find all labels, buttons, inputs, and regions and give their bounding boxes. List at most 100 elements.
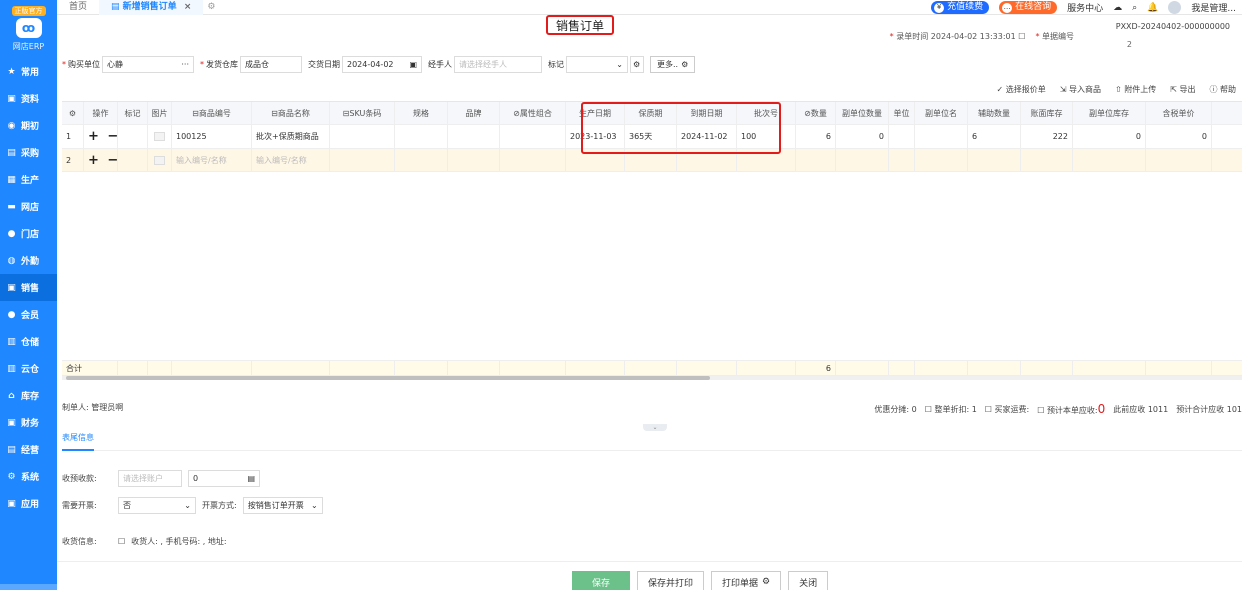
- receivable[interactable]: ☐ 预计本单应收:0: [1037, 402, 1105, 416]
- table-cell[interactable]: [118, 125, 148, 148]
- tab-new-sales-order[interactable]: ▤ 新增销售订单 ×: [99, 0, 204, 15]
- table-cell[interactable]: 6: [968, 125, 1021, 148]
- column-header[interactable]: ⊟ SKU条码: [330, 102, 395, 124]
- attach-upload-button[interactable]: ⇧ 附件上传: [1115, 84, 1156, 95]
- sidebar-item[interactable]: ▣ 资料: [0, 85, 57, 112]
- table-cell[interactable]: 输入编号/名称: [252, 149, 330, 171]
- table-cell[interactable]: [148, 125, 172, 148]
- table-cell[interactable]: [796, 149, 836, 171]
- column-header[interactable]: 标记: [118, 102, 148, 124]
- table-cell[interactable]: 0: [1073, 125, 1146, 148]
- more-button[interactable]: 更多.. ⚙: [650, 55, 696, 73]
- user-name[interactable]: 我是管理...: [1191, 1, 1236, 14]
- table-cell[interactable]: [915, 125, 968, 148]
- prepay-account-input[interactable]: 请选择账户: [118, 470, 182, 487]
- tag-select[interactable]: ⌄: [566, 55, 628, 73]
- table-cell[interactable]: [500, 125, 566, 148]
- column-header[interactable]: 副单位数量: [836, 102, 889, 124]
- gear-icon[interactable]: ⚙: [630, 55, 644, 73]
- column-header[interactable]: 品牌: [448, 102, 500, 124]
- cloud-icon[interactable]: ☁: [1113, 3, 1122, 13]
- gear-icon[interactable]: ⚙: [207, 2, 215, 12]
- column-header[interactable]: 辅助数量: [968, 102, 1021, 124]
- horizontal-scrollbar[interactable]: [62, 376, 1242, 380]
- sidebar-item[interactable]: ● 门店: [0, 220, 57, 247]
- more-icon[interactable]: ···: [181, 57, 189, 72]
- column-header[interactable]: 账面库存: [1021, 102, 1073, 124]
- table-cell[interactable]: [566, 149, 625, 171]
- column-header[interactable]: 规格: [395, 102, 448, 124]
- table-cell[interactable]: 100125: [172, 125, 252, 148]
- table-cell[interactable]: 365天: [625, 125, 677, 148]
- search-icon[interactable]: ⌕: [1132, 3, 1137, 13]
- sidebar-item[interactable]: ▣ 应用: [0, 490, 57, 517]
- column-header[interactable]: 图片: [148, 102, 172, 124]
- sidebar-item[interactable]: ▦ 生产: [0, 166, 57, 193]
- table-cell[interactable]: 222: [1021, 125, 1073, 148]
- table-cell[interactable]: [395, 125, 448, 148]
- table-cell[interactable]: [625, 149, 677, 171]
- sidebar-item[interactable]: ▤ 经营: [0, 436, 57, 463]
- bell-icon[interactable]: 🔔: [1147, 3, 1158, 13]
- column-header[interactable]: 副单位库存: [1073, 102, 1146, 124]
- sidebar-item[interactable]: ● 会员: [0, 301, 57, 328]
- sidebar-item[interactable]: ⚙ 系统: [0, 463, 57, 490]
- column-header[interactable]: ⊘ 数量: [796, 102, 836, 124]
- edit-icon[interactable]: ☐: [1018, 32, 1025, 41]
- sidebar-item[interactable]: ▣ 财务: [0, 409, 57, 436]
- add-remove-row-icon[interactable]: + −: [88, 129, 117, 144]
- sidebar-item[interactable]: ▥ 云仓: [0, 355, 57, 382]
- column-header[interactable]: 单位: [889, 102, 915, 124]
- table-cell[interactable]: [889, 125, 915, 148]
- sidebar-item[interactable]: ◍ 外勤: [0, 247, 57, 274]
- help-button[interactable]: ⓘ 帮助: [1209, 84, 1236, 95]
- table-cell[interactable]: [148, 149, 172, 171]
- sidebar-item[interactable]: ▥ 仓储: [0, 328, 57, 355]
- column-header[interactable]: 保质期: [625, 102, 677, 124]
- table-cell[interactable]: 100: [737, 125, 796, 148]
- table-cell[interactable]: [677, 149, 737, 171]
- table-cell[interactable]: [330, 149, 395, 171]
- handler-input[interactable]: 请选择经手人: [454, 55, 542, 73]
- buyer-input[interactable]: 心静 ···: [102, 55, 194, 73]
- column-header[interactable]: 副单位名: [915, 102, 968, 124]
- column-header[interactable]: ⊘ 属性组合: [500, 102, 566, 124]
- import-goods-button[interactable]: ⇲ 导入商品: [1060, 84, 1101, 95]
- table-cell[interactable]: [330, 125, 395, 148]
- table-cell[interactable]: + −: [84, 149, 118, 171]
- invoice-method-select[interactable]: 按销售订单开票 ⌄: [242, 497, 323, 514]
- renew-button[interactable]: ¥ 充值续费: [931, 1, 990, 14]
- save-button[interactable]: 保存: [572, 571, 630, 590]
- service-center-link[interactable]: 服务中心: [1067, 1, 1103, 14]
- table-cell[interactable]: 0: [1146, 125, 1212, 148]
- table-cell[interactable]: 6: [796, 125, 836, 148]
- warehouse-input[interactable]: 成品仓: [240, 55, 302, 73]
- export-button[interactable]: ⇱ 导出: [1170, 84, 1195, 95]
- delivery-date-input[interactable]: 2024-04-02 ▣: [342, 55, 422, 73]
- table-cell[interactable]: 0: [836, 125, 889, 148]
- close-button[interactable]: 关闭: [788, 571, 829, 590]
- table-cell[interactable]: [118, 149, 148, 171]
- table-cell[interactable]: 2023-11-03: [566, 125, 625, 148]
- calculator-icon[interactable]: ▤: [247, 471, 255, 486]
- table-cell[interactable]: [1073, 149, 1146, 171]
- table-cell[interactable]: [737, 149, 796, 171]
- table-cell[interactable]: [448, 125, 500, 148]
- table-cell[interactable]: [836, 149, 889, 171]
- tab-home[interactable]: 首页: [57, 0, 99, 15]
- table-cell[interactable]: [448, 149, 500, 171]
- column-header[interactable]: 操作: [84, 102, 118, 124]
- shipping-fee[interactable]: ☐ 买家运费:: [985, 404, 1029, 415]
- table-cell[interactable]: [889, 149, 915, 171]
- column-header[interactable]: 到期日期: [677, 102, 737, 124]
- table-row[interactable]: 1 + − 100125 批次+保质期商品 2023-11-03 365天 2024-11-…: [62, 125, 1242, 149]
- table-cell[interactable]: [395, 149, 448, 171]
- table-cell[interactable]: 2024-11-02: [677, 125, 737, 148]
- table-row[interactable]: 2 + − 输入编号/名称 输入编号/名称: [62, 149, 1242, 172]
- sidebar-item[interactable]: ⌂ 库存: [0, 382, 57, 409]
- sidebar-item[interactable]: ▬ 网店: [0, 193, 57, 220]
- edit-icon[interactable]: ☐: [118, 537, 125, 546]
- add-remove-row-icon[interactable]: + −: [88, 153, 117, 168]
- table-cell[interactable]: [500, 149, 566, 171]
- scrollbar-thumb[interactable]: [66, 376, 710, 380]
